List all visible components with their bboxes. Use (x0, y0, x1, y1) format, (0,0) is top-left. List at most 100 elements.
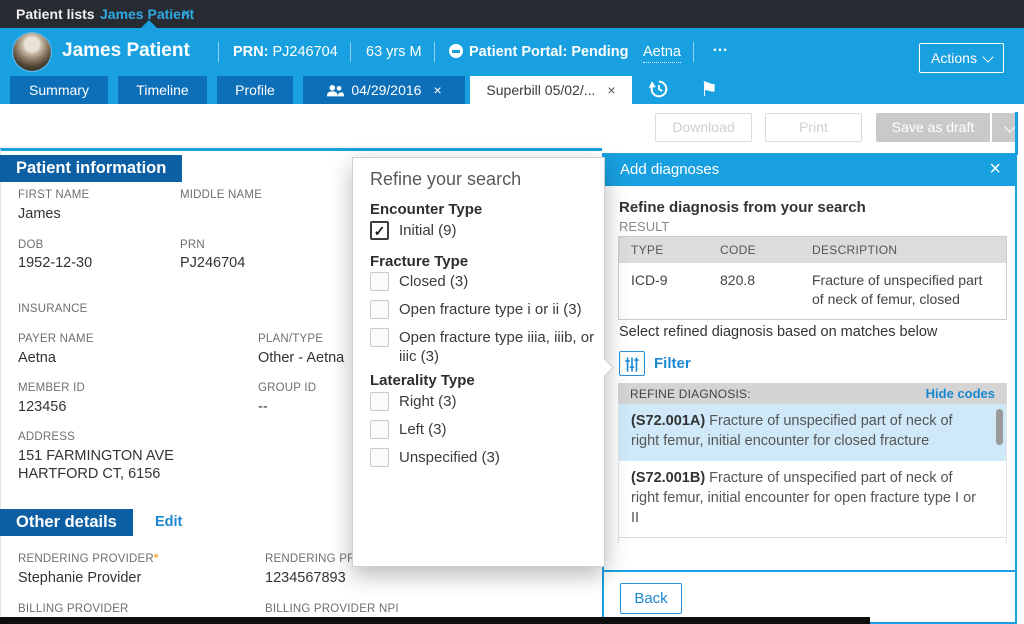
print-label: Print (799, 119, 828, 135)
group-heading: Fracture Type (370, 253, 469, 270)
field-label: MEMBER ID (18, 382, 85, 394)
hide-codes-link[interactable]: Hide codes (926, 386, 995, 401)
tab-label: Superbill 05/02/... (486, 82, 596, 98)
checkbox-label: Right (3) (399, 393, 457, 410)
close-icon[interactable]: × (607, 82, 615, 98)
patient-information-banner: Patient information (0, 155, 183, 182)
download-button[interactable]: Download (655, 113, 752, 142)
refine-diagnosis-label: REFINE DIAGNOSIS: (630, 387, 751, 401)
drawer-footer: Back (604, 570, 1015, 622)
checkbox-label: Unspecified (3) (399, 449, 500, 466)
result-table-header: TYPE CODE DESCRIPTION (619, 237, 1006, 263)
field-label: PLAN/TYPE (258, 333, 324, 345)
filter-option: Right (3) (370, 392, 457, 411)
result-label: RESULT (619, 219, 670, 234)
prn-label: PRN: (233, 44, 269, 60)
more-options-icon[interactable]: … (712, 38, 730, 56)
tab-summary[interactable]: Summary (10, 76, 108, 104)
filter-button[interactable] (619, 351, 645, 376)
minus-circle-icon (449, 44, 463, 58)
field-label: BILLING PROVIDER NPI (265, 603, 399, 615)
people-icon (327, 85, 345, 97)
field-label: RENDERING PROVIDER* (18, 553, 159, 565)
field-value: HARTFORD CT, 6156 (18, 466, 161, 482)
select-refined-text: Select refined diagnosis based on matche… (619, 324, 938, 340)
checkbox-open-iiia-iiib-iiic[interactable] (370, 328, 389, 347)
diagnosis-code: (S72.001A) (631, 413, 706, 429)
flag-icon[interactable]: ⚑ (696, 78, 722, 102)
field-value: PJ246704 (180, 255, 246, 271)
checkbox-closed[interactable] (370, 272, 389, 291)
history-icon[interactable] (646, 78, 672, 102)
patient-lists-tab[interactable]: Patient lists (16, 6, 95, 22)
chevron-down-icon (982, 51, 994, 63)
checkbox-label: Left (3) (399, 421, 447, 438)
checkbox-left[interactable] (370, 420, 389, 439)
tab-superbill-active[interactable]: Superbill 05/02/... × (470, 76, 632, 104)
actions-button[interactable]: Actions (919, 43, 1004, 73)
checkbox-right[interactable] (370, 392, 389, 411)
group-heading: Laterality Type (370, 372, 475, 389)
insurance-heading: INSURANCE (18, 303, 88, 315)
prn-value: PJ246704 (272, 44, 338, 60)
column-header: CODE (720, 243, 756, 257)
checkbox-initial[interactable]: ✓ (370, 221, 389, 240)
patient-name: James Patient (62, 40, 190, 61)
panel-edge-line (1015, 112, 1018, 155)
field-value: 123456 (18, 399, 67, 415)
field-value: Stephanie Provider (18, 570, 142, 586)
checkbox-open-i-ii[interactable] (370, 300, 389, 319)
diagnosis-option[interactable]: (S72.001B) Fracture of unspecified part … (619, 461, 1006, 538)
diagnosis-option[interactable]: (S72.001C) Fracture of unspecified part … (619, 538, 1006, 543)
panel-title: Add diagnoses (620, 161, 720, 178)
filter-option: Open fracture type i or ii (3) (370, 300, 582, 319)
checkbox-unspecified[interactable] (370, 448, 389, 467)
tab-profile[interactable]: Profile (217, 76, 293, 104)
age-sex: 63 yrs M (366, 44, 422, 60)
tab-label: 04/29/2016 (351, 82, 422, 98)
scrollbar-thumb[interactable] (996, 409, 1003, 445)
filter-option: Closed (3) (370, 272, 468, 291)
nav-tab-bar: Summary Timeline Profile 04/29/2016 × Sup… (0, 76, 1024, 104)
refine-diagnosis-bar: REFINE DIAGNOSIS: Hide codes (618, 383, 1007, 404)
filter-option: Open fracture type iiia, iiib, or iiic (… (370, 328, 599, 366)
close-icon[interactable]: × (989, 158, 1001, 181)
avatar[interactable] (13, 33, 51, 71)
portal-status-label: Patient Portal: Pending (469, 44, 629, 60)
table-row: ICD-9 820.8 Fracture of unspecified part… (619, 263, 1006, 319)
close-icon[interactable]: × (182, 5, 191, 22)
result-table: TYPE CODE DESCRIPTION ICD-9 820.8 Fractu… (618, 236, 1007, 320)
save-as-draft-button[interactable]: Save as draft (876, 113, 990, 142)
print-button[interactable]: Print (765, 113, 862, 142)
refine-search-popup: Refine your search Encounter Type ✓ Init… (352, 157, 614, 567)
prn-field: PRN: PJ246704 (233, 44, 338, 60)
download-label: Download (672, 119, 735, 135)
save-options-button[interactable] (992, 113, 1016, 142)
filter-label[interactable]: Filter (654, 355, 691, 372)
filter-option: ✓ Initial (9) (370, 221, 457, 240)
add-diagnoses-panel: Add diagnoses × Refine diagnosis from yo… (602, 153, 1017, 624)
close-icon[interactable]: × (433, 82, 441, 98)
tab-label: Summary (29, 82, 89, 98)
insurance-link[interactable]: Aetna (643, 44, 681, 63)
tab-timeline[interactable]: Timeline (118, 76, 207, 104)
field-label: PRN (180, 239, 205, 251)
field-value: Aetna (18, 350, 56, 366)
tab-encounter-date[interactable]: 04/29/2016 × (303, 76, 465, 104)
flag-glyph: ⚑ (700, 79, 718, 101)
diagnosis-option-selected[interactable]: (S72.001A) Fracture of unspecified part … (619, 404, 1006, 461)
chevron-down-icon (1004, 121, 1016, 133)
field-value: 151 FARMINGTON AVE (18, 448, 174, 464)
diagnosis-code: (S72.001B) (631, 470, 706, 486)
tab-label: Profile (235, 82, 275, 98)
group-heading: Encounter Type (370, 201, 483, 218)
field-value: 1952-12-30 (18, 255, 93, 271)
filter-option: Left (3) (370, 420, 447, 439)
edit-link[interactable]: Edit (155, 514, 182, 530)
divider (693, 42, 694, 62)
field-label: DOB (18, 239, 44, 251)
cell-type: ICD-9 (631, 272, 668, 288)
field-label: ADDRESS (18, 431, 75, 443)
tab-label: Timeline (136, 82, 189, 98)
back-button[interactable]: Back (620, 583, 682, 614)
